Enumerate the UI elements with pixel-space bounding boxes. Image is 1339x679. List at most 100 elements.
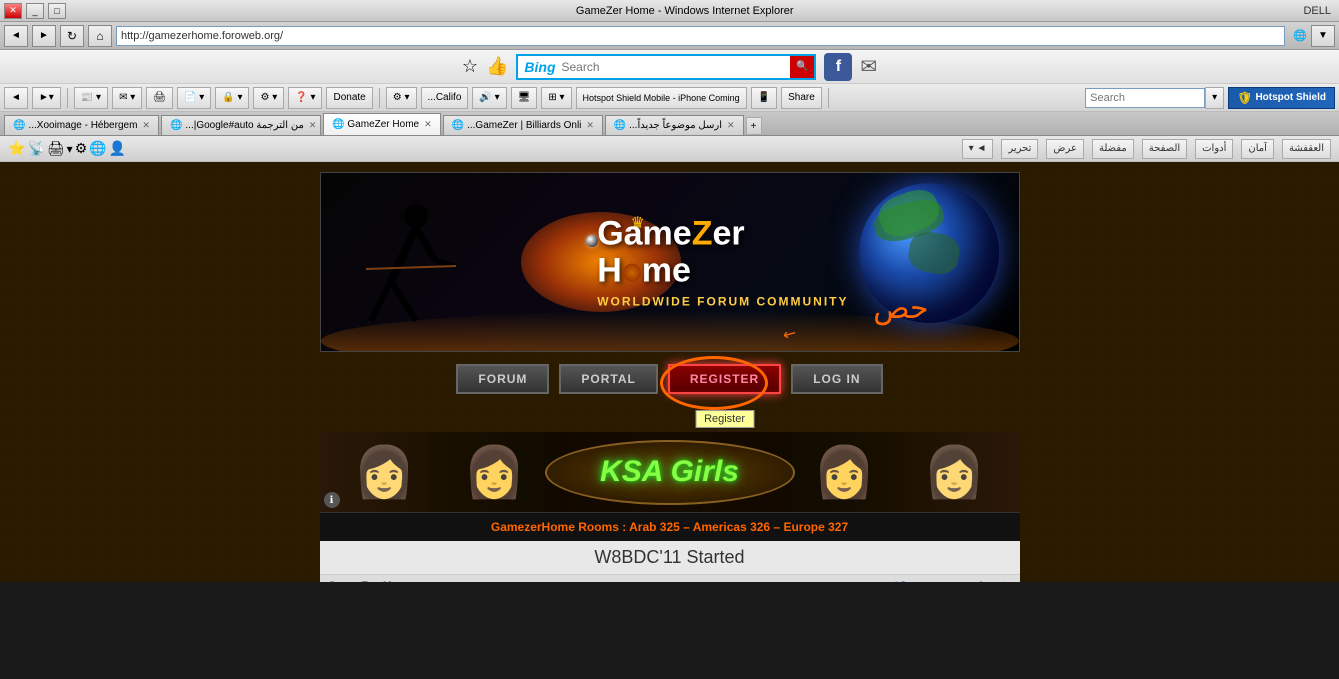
forum-section: W8BDC'11 Started GameZer Home View unans… bbox=[320, 541, 1020, 582]
arabic-nav-print-icon[interactable]: 🖨 bbox=[47, 140, 65, 157]
print-button[interactable]: 🖨 bbox=[146, 87, 173, 109]
forum-button[interactable]: FORUM bbox=[456, 364, 549, 394]
arabic-nav-tool-icon[interactable]: ⚙ bbox=[75, 140, 88, 157]
arabic-btn-5[interactable]: عرض bbox=[1046, 139, 1084, 159]
califo-button[interactable]: ...Califo bbox=[421, 87, 469, 109]
screen-button[interactable]: 🖥 bbox=[511, 87, 538, 109]
separator-3 bbox=[828, 88, 829, 108]
home-button[interactable]: ⌂ bbox=[88, 25, 112, 47]
banner-er-span: er bbox=[712, 215, 744, 253]
ksa-face-right-2: 👩 bbox=[890, 432, 1020, 512]
ie-logo: 🌐 bbox=[1293, 29, 1307, 42]
arabic-nav-star-icon[interactable]: ⭐ bbox=[8, 140, 25, 157]
tab-close-4[interactable]: ✕ bbox=[727, 120, 735, 131]
favorites-star-icon[interactable]: ☆ bbox=[462, 56, 478, 77]
share-button[interactable]: Share bbox=[781, 87, 822, 109]
tab-close-1[interactable]: ✕ bbox=[309, 120, 317, 131]
refresh-button[interactable]: ↻ bbox=[60, 25, 84, 47]
help-button[interactable]: ❓ ▾ bbox=[288, 87, 322, 109]
hotspot-mobile-button[interactable]: Hotspot Shield Mobile - iPhone Coming bbox=[576, 87, 747, 109]
ksa-face-left-2: 👩 bbox=[430, 432, 560, 512]
minimize-button[interactable]: _ bbox=[26, 3, 44, 19]
feeds-button[interactable]: 📰 ▾ bbox=[74, 87, 108, 109]
tab-favicon-2: 🌐 bbox=[332, 119, 344, 130]
donate-button[interactable]: Donate bbox=[326, 87, 372, 109]
bing-search-input[interactable] bbox=[562, 56, 791, 78]
ksa-face-emoji-2: 👩 bbox=[463, 443, 525, 502]
tab-close-2[interactable]: ✕ bbox=[424, 119, 432, 130]
window-title: GameZer Home - Windows Internet Explorer bbox=[66, 5, 1303, 17]
dell-logo: DELL bbox=[1303, 5, 1335, 17]
address-input[interactable] bbox=[116, 26, 1285, 46]
search-go-button[interactable]: ▾ bbox=[1205, 87, 1224, 109]
banner-game-text: GameZer Hme bbox=[597, 216, 848, 291]
tab-label-0: ...Xooimage - Hébergem bbox=[28, 120, 137, 131]
forum-section-header: GameZer Home View unanswered posts bbox=[320, 575, 1020, 582]
login-button[interactable]: LOG IN bbox=[791, 364, 882, 394]
rooms-bar: GamezerHome Rooms : Arab 325 – Americas … bbox=[320, 512, 1020, 541]
thumbs-up-icon[interactable]: 👍 bbox=[486, 56, 508, 77]
new-tab-button[interactable]: + bbox=[746, 117, 762, 135]
arabic-nav-globe-icon[interactable]: 🌐 bbox=[89, 140, 106, 157]
safety-button[interactable]: 🔒 ▾ bbox=[215, 87, 249, 109]
tools-button[interactable]: ⚙ ▾ bbox=[253, 87, 284, 109]
register-button[interactable]: REGISTER bbox=[668, 364, 781, 394]
facebook-icon[interactable]: f bbox=[824, 53, 852, 81]
banner-ball bbox=[586, 235, 598, 247]
hotspot-shield-button[interactable]: 🛡 Hotspot Shield bbox=[1228, 87, 1335, 109]
info-icon[interactable]: ℹ bbox=[324, 492, 340, 508]
banner-text-area: GameZer Hme WORLDWIDE FORUM COMMUNITY bbox=[597, 216, 848, 309]
tab-2[interactable]: 🌐 GameZer Home ✕ bbox=[323, 113, 441, 135]
arabic-btn-1[interactable]: آمان bbox=[1241, 139, 1274, 159]
page-button[interactable]: 📄 ▾ bbox=[177, 87, 211, 109]
arabic-btn-3[interactable]: الصفحة bbox=[1142, 139, 1187, 159]
mail-button[interactable]: ✉ ▾ bbox=[112, 87, 142, 109]
search-input[interactable] bbox=[1085, 88, 1205, 108]
tab-label-4: ...ارسل موضوعاً جديداً bbox=[629, 120, 722, 131]
web-content-area: ♛ GameZer Hme WORLDWIDE FORUM COMMUNITY … bbox=[0, 162, 1339, 582]
tab-3[interactable]: 🌐 ...GameZer | Billiards Onli ✕ bbox=[443, 115, 603, 135]
ksa-face-emoji-4: 👩 bbox=[923, 443, 985, 502]
banner-worldwide-text: WORLDWIDE FORUM COMMUNITY bbox=[597, 294, 848, 308]
arabic-nav-rss-icon[interactable]: 📡 bbox=[27, 140, 44, 157]
settings-tb-button[interactable]: ⚙ ▾ bbox=[386, 87, 417, 109]
device-button[interactable]: 📱 bbox=[751, 87, 777, 109]
forward-button[interactable]: ► bbox=[32, 25, 56, 47]
tab-4[interactable]: 🌐 ...ارسل موضوعاً جديداً ✕ bbox=[605, 115, 744, 135]
view-unanswered-link[interactable]: View unanswered posts bbox=[896, 580, 1012, 582]
title-bar: ✕ _ □ GameZer Home - Windows Internet Ex… bbox=[0, 0, 1339, 22]
bing-toolbar: ☆ 👍 Bing 🔍 f ✉ bbox=[0, 50, 1339, 84]
title-bar-controls: ✕ _ □ bbox=[4, 3, 66, 19]
mail-icon[interactable]: ✉ bbox=[860, 54, 877, 79]
bing-search-button[interactable]: 🔍 bbox=[790, 56, 814, 78]
portal-button[interactable]: PORTAL bbox=[559, 364, 657, 394]
banner-home-span: H bbox=[597, 252, 622, 290]
audio-button[interactable]: 🔊 ▾ bbox=[472, 87, 506, 109]
maximize-button[interactable]: □ bbox=[48, 3, 66, 19]
close-button[interactable]: ✕ bbox=[4, 3, 22, 19]
arabic-btn-6[interactable]: تحرير bbox=[1001, 139, 1038, 159]
arabic-btn-2[interactable]: أدوات bbox=[1195, 139, 1233, 159]
forward-tb-button[interactable]: ►▾ bbox=[32, 87, 61, 109]
tabs-row: 🌐 ...Xooimage - Hébergem ✕ 🌐 ...|Google#… bbox=[0, 112, 1339, 136]
search-box: ▾ bbox=[1085, 87, 1224, 109]
tab-close-3[interactable]: ✕ bbox=[586, 120, 594, 131]
extend-button[interactable]: ⊞ ▾ bbox=[541, 87, 571, 109]
arabic-nav-person-icon[interactable]: 👤 bbox=[109, 140, 126, 157]
tab-close-0[interactable]: ✕ bbox=[142, 120, 150, 131]
register-tooltip: Register bbox=[695, 410, 754, 428]
arabic-btn-0[interactable]: العقفشة bbox=[1282, 139, 1331, 159]
separator-2 bbox=[379, 88, 380, 108]
arabic-btn-4[interactable]: مفضلة bbox=[1092, 139, 1134, 159]
banner-game-span: Game bbox=[597, 215, 692, 253]
arabic-nav-arrow-icon[interactable]: ▾ bbox=[67, 142, 73, 156]
arabic-nav-icons: 👤 🌐 ⚙ ▾ 🖨 📡 ⭐ bbox=[8, 140, 126, 157]
tab-1[interactable]: 🌐 ...|Google#auto من الترجمة ✕ bbox=[161, 115, 321, 135]
tab-0[interactable]: 🌐 ...Xooimage - Hébergem ✕ bbox=[4, 115, 159, 135]
tab-favicon-3: 🌐 bbox=[452, 120, 464, 131]
main-toolbar: ◄ ►▾ 📰 ▾ ✉ ▾ 🖨 📄 ▾ 🔒 ▾ ⚙ ▾ ❓ ▾ Donate ⚙ … bbox=[0, 84, 1339, 112]
settings-button[interactable]: ▼ bbox=[1311, 25, 1335, 47]
back-button[interactable]: ◄ bbox=[4, 25, 28, 47]
back-tb-button[interactable]: ◄ bbox=[4, 87, 28, 109]
arabic-back-btn[interactable]: ◄ ▾ bbox=[962, 139, 994, 159]
